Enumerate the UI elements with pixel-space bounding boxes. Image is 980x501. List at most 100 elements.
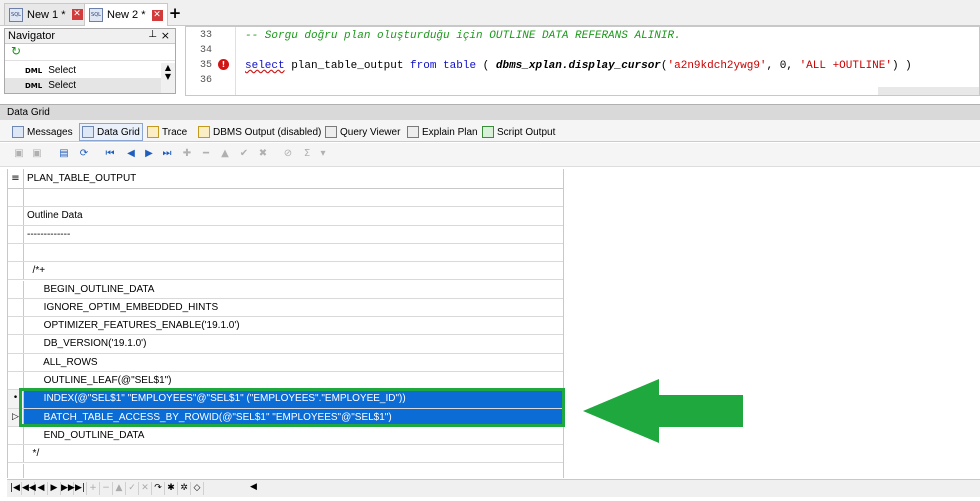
filter-icon[interactable]: ◇ — [191, 482, 204, 495]
tab-script-output[interactable]: Script Output — [482, 123, 555, 141]
table-row[interactable]: ------------- — [8, 225, 563, 244]
previous-record-icon[interactable]: ◀ — [124, 147, 138, 161]
export-icon[interactable]: ▤ — [57, 147, 71, 161]
row-indicator[interactable] — [8, 353, 24, 371]
chevron-down-icon[interactable]: ▾ — [316, 147, 330, 161]
pin-icon[interactable]: ⊥ — [148, 29, 157, 40]
edit-icon[interactable]: ▲ — [113, 482, 126, 495]
grid-toolbar: ▣ ▣ ▤ ⟳ ⏮ ◀ ▶ ⏭ ✚ ━ ▲ ✔ ✖ ⊘ Σ ▾ — [0, 143, 980, 167]
insert-record-icon[interactable]: ✚ — [180, 147, 194, 161]
post-edit-icon[interactable]: ✔ — [237, 147, 251, 161]
tab-label: Explain Plan — [422, 126, 478, 138]
new-tab-button[interactable]: + — [166, 5, 184, 23]
table-cell[interactable]: /*+ — [27, 262, 46, 280]
refresh-grid-icon[interactable]: ⟳ — [77, 147, 91, 161]
refresh-icon[interactable]: ↻ — [11, 44, 21, 58]
table-row[interactable]: BEGIN_OUTLINE_DATA — [8, 280, 563, 299]
list-item-label: Select — [48, 80, 77, 91]
cancel-icon[interactable]: ✕ — [139, 482, 152, 495]
list-item[interactable]: DML Select — [5, 63, 162, 78]
list-item[interactable]: DML Select — [5, 78, 162, 93]
lock-icon[interactable]: ▣ — [12, 147, 26, 161]
table-row[interactable]: ALL_ROWS — [8, 353, 563, 372]
first-record-icon[interactable]: |◀ — [9, 482, 22, 495]
table-cell[interactable]: DB_VERSION('19.1.0') — [27, 335, 147, 353]
next-record-icon[interactable]: ▶ — [142, 147, 156, 161]
save-icon[interactable]: ▣ — [30, 147, 44, 161]
last-record-icon[interactable]: ▶| — [74, 482, 87, 495]
row-indicator[interactable] — [8, 426, 24, 445]
tab-new-1[interactable]: SQL New 1 * ✕ — [4, 3, 88, 25]
row-indicator[interactable] — [8, 335, 24, 353]
table-cell[interactable]: IGNORE_OPTIM_EMBEDDED_HINTS — [27, 299, 219, 317]
row-indicator[interactable] — [8, 262, 24, 280]
table-row[interactable]: /*+ — [8, 262, 563, 281]
table-cell[interactable]: ------------- — [27, 226, 70, 244]
grid-horizontal-scrollbar[interactable]: ◀ — [245, 479, 980, 497]
delete-record-icon[interactable]: ━ — [199, 147, 213, 161]
bookmark-icon[interactable]: ✱ — [165, 482, 178, 495]
previous-page-icon[interactable]: ◀◀ — [22, 482, 36, 495]
table-cell[interactable]: ALL_ROWS — [27, 354, 97, 372]
table-row[interactable] — [8, 189, 563, 208]
sql-editor[interactable]: 33 34 35 36 ! -- Sorgu doğru plan oluştu… — [185, 26, 980, 96]
delete-icon[interactable]: − — [100, 482, 113, 495]
scroll-left-icon[interactable]: ◀ — [250, 482, 257, 492]
table-row[interactable] — [8, 463, 563, 478]
tab-explain-plan[interactable]: Explain Plan — [407, 123, 478, 141]
next-page-icon[interactable]: ▶▶ — [61, 482, 75, 495]
previous-record-icon[interactable]: ◀ — [35, 482, 48, 495]
row-indicator[interactable] — [8, 189, 24, 207]
tab-data-grid[interactable]: Data Grid — [79, 123, 143, 141]
row-indicator[interactable] — [8, 445, 24, 463]
post-icon[interactable]: ✓ — [126, 482, 139, 495]
editor-scrollbar[interactable] — [878, 87, 979, 95]
last-record-icon[interactable]: ⏭ — [160, 147, 174, 161]
table-row[interactable]: */ — [8, 445, 563, 464]
row-indicator[interactable] — [8, 243, 24, 262]
row-indicator[interactable] — [8, 463, 24, 478]
row-indicator[interactable] — [8, 298, 24, 317]
table-cell[interactable]: BEGIN_OUTLINE_DATA — [27, 281, 155, 299]
navigator-scrollbar[interactable]: ▲ ▼ — [161, 63, 175, 93]
table-row[interactable]: DB_VERSION('19.1.0') — [8, 335, 563, 354]
scroll-down-icon[interactable]: ▼ — [161, 72, 175, 81]
filter-icon[interactable]: ⊘ — [281, 147, 295, 161]
row-indicator[interactable] — [8, 317, 24, 335]
cancel-edit-icon[interactable]: ✖ — [256, 147, 270, 161]
table-cell[interactable]: OPTIMIZER_FEATURES_ENABLE('19.1.0') — [27, 317, 240, 335]
table-row[interactable]: IGNORE_OPTIM_EMBEDDED_HINTS — [8, 298, 563, 318]
tab-messages[interactable]: Messages — [12, 123, 73, 141]
refresh-icon[interactable]: ↷ — [152, 482, 165, 495]
goto-bookmark-icon[interactable]: ✲ — [178, 482, 191, 495]
column-chooser-icon[interactable]: ≡ — [8, 169, 24, 189]
tab-dbms-output[interactable]: DBMS Output (disabled) — [198, 123, 321, 141]
table-cell[interactable]: Outline Data — [27, 207, 83, 225]
table-row[interactable]: OPTIMIZER_FEATURES_ENABLE('19.1.0') — [8, 317, 563, 336]
error-icon[interactable]: ! — [218, 59, 229, 70]
column-header[interactable]: PLAN_TABLE_OUTPUT — [27, 169, 136, 189]
edit-record-icon[interactable]: ▲ — [218, 147, 232, 161]
table-row[interactable] — [8, 243, 563, 263]
table-cell[interactable]: */ — [27, 445, 40, 463]
tab-query-viewer[interactable]: Query Viewer — [325, 123, 400, 141]
table-row[interactable]: Outline Data — [8, 207, 563, 226]
scroll-up-icon[interactable]: ▲ — [161, 63, 175, 72]
table-cell[interactable]: END_OUTLINE_DATA — [27, 427, 145, 445]
close-icon[interactable]: ✕ — [71, 9, 83, 20]
insert-icon[interactable]: + — [87, 482, 100, 495]
row-indicator[interactable] — [8, 207, 24, 225]
row-indicator[interactable] — [8, 225, 24, 243]
tab-label: Trace — [162, 126, 188, 138]
tab-trace[interactable]: Trace — [147, 123, 187, 141]
close-icon[interactable]: ✕ — [151, 9, 163, 21]
row-indicator[interactable] — [8, 372, 24, 390]
tab-new-2[interactable]: SQL New 2 * ✕ — [84, 3, 168, 26]
table-row[interactable]: END_OUTLINE_DATA — [8, 426, 563, 446]
code-text: ) ) — [891, 60, 912, 72]
row-indicator[interactable] — [8, 280, 24, 298]
sum-icon[interactable]: Σ — [300, 147, 314, 161]
close-icon[interactable]: × — [161, 29, 170, 42]
first-record-icon[interactable]: ⏮ — [103, 147, 117, 161]
next-record-icon[interactable]: ▶ — [48, 482, 61, 495]
